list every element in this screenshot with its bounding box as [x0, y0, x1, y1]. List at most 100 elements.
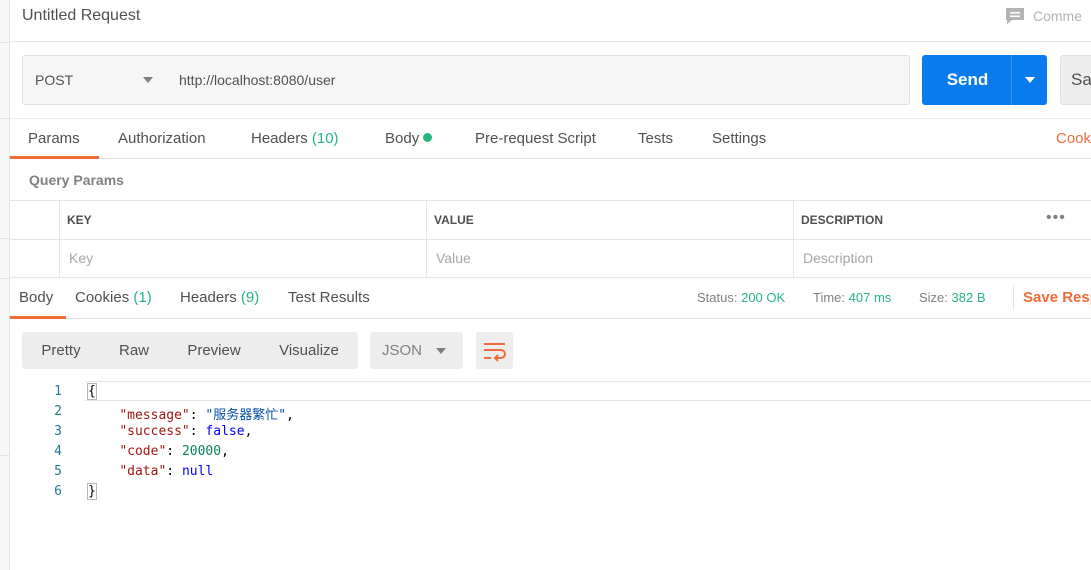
line-number: 1 [54, 384, 62, 399]
tab-pre-request-label: Pre-request Script [475, 130, 596, 147]
tab-authorization[interactable]: Authorization [118, 130, 206, 147]
active-response-tab-indicator [10, 316, 66, 319]
column-header-description: DESCRIPTION [801, 213, 884, 227]
line-number: 6 [54, 484, 62, 499]
close-brace: } [87, 483, 97, 500]
code-line: "code": 20000, [88, 444, 229, 459]
more-options-icon[interactable]: ••• [1046, 209, 1066, 227]
json-comma: , [221, 444, 229, 459]
divider [1013, 286, 1014, 310]
request-tabs: Params Authorization Headers (10) Body P… [10, 118, 1091, 159]
chevron-down-icon [1025, 77, 1035, 83]
response-headers-count-badge: (9) [240, 289, 260, 306]
active-tab-indicator [10, 156, 99, 159]
column-header-value: VALUE [434, 213, 474, 227]
line-number: 3 [54, 424, 62, 439]
query-params-table: KEY VALUE DESCRIPTION ••• Key Value Desc… [10, 200, 1091, 278]
current-line-highlight [85, 381, 1091, 401]
tab-headers-label: Headers [251, 130, 308, 147]
tab-headers[interactable]: Headers (10) [251, 130, 339, 147]
table-row: Key Value Description [10, 240, 1091, 279]
postman-request-view: Untitled Request Comme POST http://local… [0, 0, 1091, 570]
json-colon: : [166, 444, 182, 459]
tab-settings[interactable]: Settings [712, 130, 766, 147]
code-line: } [87, 483, 97, 500]
response-size: Size: 382 B [919, 290, 986, 305]
wrap-lines-icon [484, 343, 506, 362]
request-title[interactable]: Untitled Request [22, 7, 140, 25]
key-input[interactable]: Key [69, 250, 93, 266]
json-value: "服务器繁忙" [205, 408, 287, 423]
format-value: JSON [382, 342, 423, 359]
json-comma: , [286, 408, 294, 423]
tab-body-label: Body [385, 130, 420, 147]
tab-tests-label: Tests [638, 130, 674, 147]
json-colon: : [166, 464, 182, 479]
status-label: Status: [697, 290, 738, 305]
tab-authorization-label: Authorization [118, 130, 206, 147]
json-key: "success" [119, 424, 190, 439]
comment-icon [1006, 8, 1024, 24]
method-value: POST [35, 72, 74, 88]
status-value: 200 OK [741, 290, 786, 305]
open-brace: { [87, 383, 97, 400]
tab-response-cookies-label: Cookies [75, 289, 130, 306]
code-line: { [87, 383, 97, 400]
url-value: http://localhost:8080/user [179, 72, 336, 88]
tab-response-headers[interactable]: Headers (9) [180, 289, 259, 306]
line-number: 5 [54, 464, 62, 479]
url-input[interactable]: http://localhost:8080/user [165, 55, 910, 105]
body-modified-dot [423, 133, 433, 142]
time-label: Time: [813, 290, 846, 305]
column-header-key: KEY [67, 213, 92, 227]
json-colon: : [189, 408, 206, 423]
json-key: "code" [119, 444, 167, 459]
response-body-editor[interactable]: 1 2 3 4 5 6 { "message": "服务器繁忙", "succe… [10, 380, 1091, 570]
response-tabs: Body Cookies (1) Headers (9) Test Result… [10, 278, 1091, 319]
time-value: 407 ms [848, 290, 892, 305]
cookies-link[interactable]: Cook [1056, 130, 1091, 147]
json-value: 20000 [181, 444, 222, 459]
line-number: 4 [54, 444, 62, 459]
comments-button[interactable]: Comme [1005, 7, 1082, 25]
cookies-count-badge: (1) [133, 289, 152, 306]
tab-params[interactable]: Params [28, 130, 80, 147]
comments-label: Comme [1033, 8, 1083, 24]
tab-response-cookies[interactable]: Cookies (1) [75, 289, 152, 306]
response-status: Status: 200 OK [697, 290, 785, 305]
code-line: "message": "服务器繁忙", [88, 404, 294, 423]
tab-response-body[interactable]: Body [19, 289, 53, 306]
headers-count-badge: (10) [311, 130, 339, 147]
json-key: "data" [119, 464, 167, 479]
response-time: Time: 407 ms [813, 290, 891, 305]
json-value: false [205, 424, 245, 439]
json-colon: : [189, 424, 206, 439]
description-input[interactable]: Description [803, 250, 873, 266]
value-input[interactable]: Value [436, 250, 471, 266]
tab-tests[interactable]: Tests [638, 130, 673, 147]
save-response-button[interactable]: Save Resp [1023, 289, 1091, 306]
query-params-heading: Query Params [29, 172, 124, 188]
tab-body[interactable]: Body [385, 130, 433, 147]
size-label: Size: [919, 290, 948, 305]
view-pretty-button[interactable]: Pretty [28, 332, 94, 369]
method-select[interactable]: POST [22, 55, 166, 105]
view-preview-button[interactable]: Preview [176, 332, 252, 369]
tab-response-headers-label: Headers [180, 289, 237, 306]
wrap-lines-button[interactable] [476, 332, 513, 369]
view-mode-group: Pretty Raw Preview Visualize [22, 332, 358, 369]
size-value: 382 B [951, 290, 986, 305]
code-line: "data": null [88, 464, 213, 479]
tab-pre-request-script[interactable]: Pre-request Script [475, 130, 596, 147]
send-options-button[interactable] [1011, 55, 1047, 105]
tab-settings-label: Settings [712, 130, 767, 147]
request-title-bar: Untitled Request [10, 0, 1091, 42]
view-visualize-button[interactable]: Visualize [267, 332, 351, 369]
view-raw-button[interactable]: Raw [104, 332, 164, 369]
send-button[interactable]: Send [922, 55, 1013, 105]
tab-test-results[interactable]: Test Results [288, 289, 370, 306]
format-select[interactable]: JSON [370, 332, 463, 369]
line-number: 2 [54, 404, 62, 419]
code-line: "success": false, [88, 424, 252, 439]
save-button[interactable]: Sa [1060, 55, 1091, 105]
